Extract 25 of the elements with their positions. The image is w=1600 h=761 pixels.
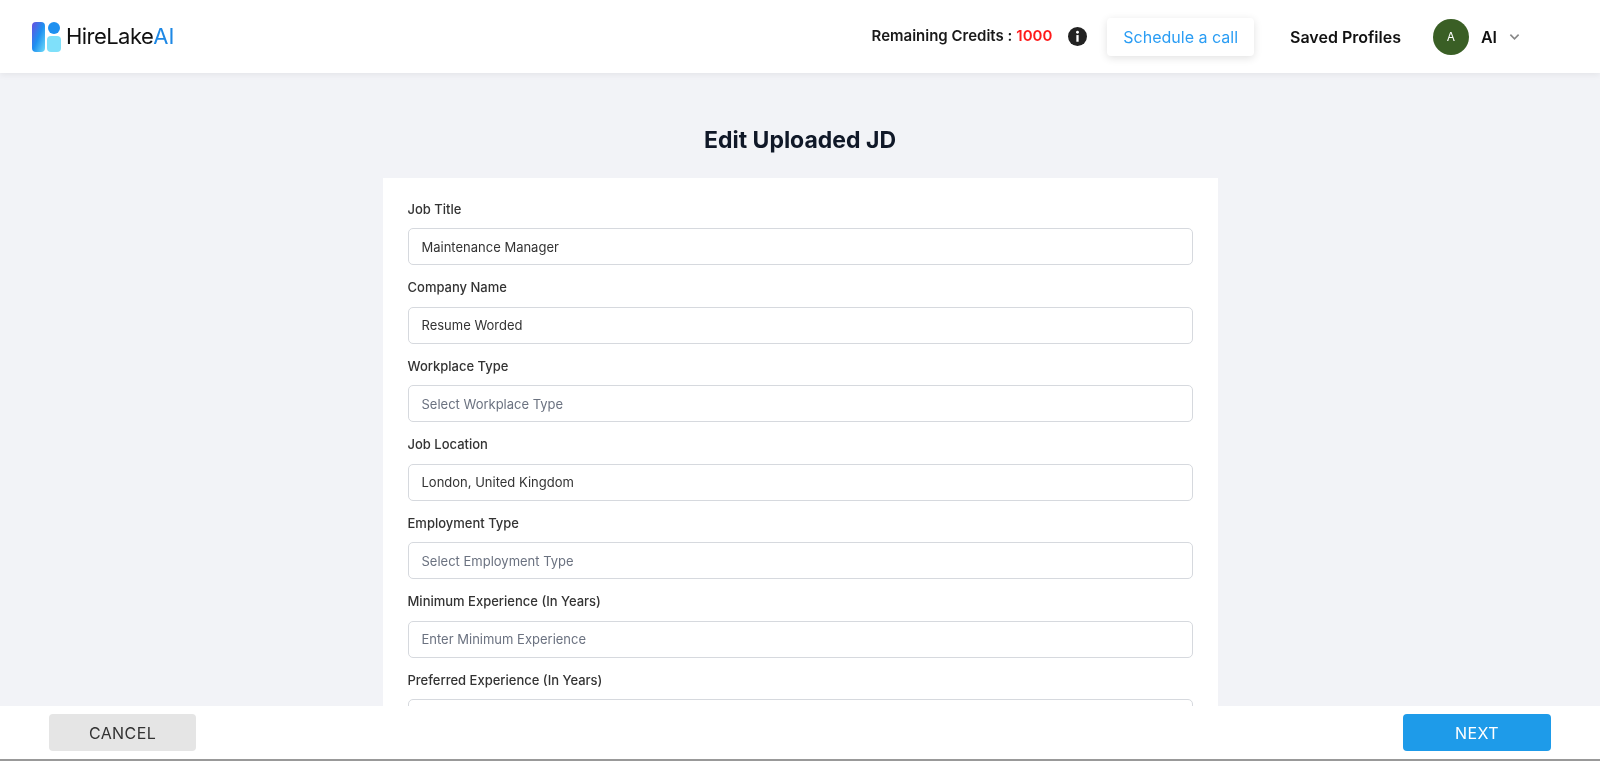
field-label: Job Title (407, 199, 463, 219)
field-label: Workplace Type (407, 356, 510, 376)
logo-icon (32, 21, 62, 52)
brand-suffix: AI (153, 22, 175, 51)
field-label: Minimum Experience (In Years) (407, 592, 602, 611)
field-label: Company Name (407, 278, 508, 297)
user-name: AI (1480, 25, 1497, 49)
field-label: Job Location (407, 435, 489, 454)
credits-label: Remaining Credits : (871, 25, 1013, 48)
input-field[interactable]: Select Employment Type (407, 542, 1193, 579)
user-avatar[interactable]: A (1432, 18, 1469, 55)
input-field[interactable]: Maintenance Manager (407, 228, 1193, 265)
chevron-down-icon[interactable] (1509, 32, 1520, 41)
input-field[interactable]: Select Workplace Type (407, 385, 1193, 422)
credits-value: 1000 (1016, 25, 1053, 48)
input-field[interactable]: Resume Worded (407, 306, 1193, 344)
page-title: Edit Uploaded JD (704, 125, 896, 156)
input-field[interactable]: Enter Minimum Experience (407, 620, 1193, 658)
field-label: Employment Type (407, 513, 520, 533)
cancel-button[interactable]: CANCEL (49, 714, 196, 751)
brand-name: HireLake (66, 22, 154, 51)
input-field[interactable]: London, United Kingdom (407, 463, 1193, 501)
saved-profiles-link[interactable]: Saved Profiles (1290, 24, 1401, 49)
field-label: Preferred Experience (In Years) (407, 670, 604, 690)
info-icon[interactable] (1068, 27, 1088, 46)
